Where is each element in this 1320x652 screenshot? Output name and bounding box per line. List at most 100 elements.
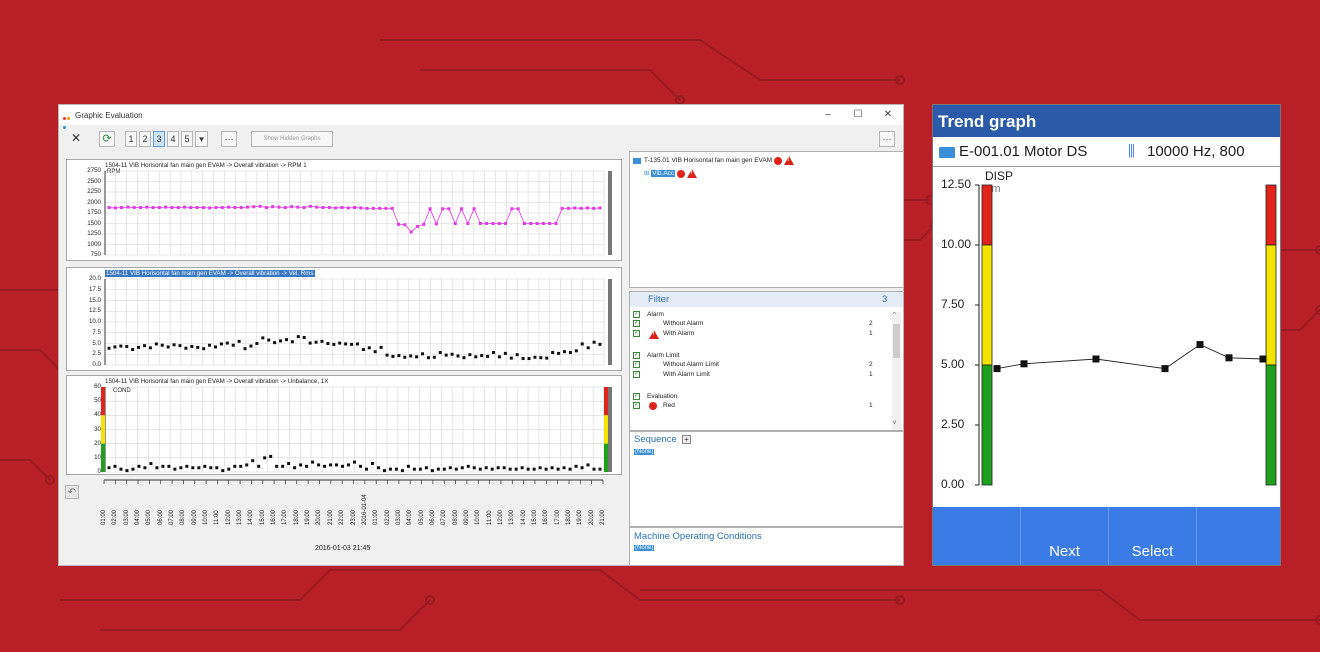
data-point bbox=[277, 205, 281, 209]
graph-title: 1504-11 VIB Horisontal fan main gen EVAM… bbox=[105, 162, 307, 169]
data-point bbox=[538, 466, 542, 470]
x-tick-label: 07:00 bbox=[441, 509, 448, 525]
data-point bbox=[208, 206, 212, 210]
trend-chart[interactable] bbox=[933, 167, 1281, 507]
next-button[interactable]: Next bbox=[1021, 507, 1109, 565]
x-tick-label: 23:00 bbox=[350, 509, 357, 525]
moc-value[interactable]: (None) bbox=[634, 545, 655, 551]
x-tick-label: 14:00 bbox=[248, 509, 255, 525]
x-tick-label: 08:00 bbox=[452, 509, 459, 525]
refresh-button[interactable]: ⟳ bbox=[99, 131, 115, 147]
x-tick-label: 11:00 bbox=[214, 510, 221, 525]
close-graph-button[interactable]: ✕ bbox=[67, 131, 85, 147]
add-sequence-button[interactable]: + bbox=[682, 435, 691, 444]
data-point bbox=[592, 206, 596, 210]
checkbox[interactable]: ✓ bbox=[633, 371, 640, 378]
data-point bbox=[434, 222, 438, 226]
data-point bbox=[164, 205, 168, 209]
select-button[interactable]: Select bbox=[1109, 507, 1197, 565]
machine-operating-conditions-panel: Machine Operating Conditions (None) bbox=[629, 527, 903, 565]
checkbox[interactable]: ✓ bbox=[633, 352, 640, 359]
data-point bbox=[385, 353, 389, 357]
data-point bbox=[406, 464, 410, 468]
tree-root[interactable]: T-135.01 VIB Horisontal fan main gen EVA… bbox=[633, 156, 794, 165]
show-hidden-graphs-button[interactable]: Show Hidden Graphs bbox=[251, 131, 333, 147]
data-point bbox=[521, 357, 525, 361]
pages-dropdown-button[interactable]: ▾ bbox=[195, 131, 208, 147]
graph-title: 1504-11 VIB Horisontal fan main gen EVAM… bbox=[105, 270, 315, 277]
app-logo-icon bbox=[63, 113, 73, 129]
data-point bbox=[119, 344, 123, 348]
undo-icon[interactable]: ↶ bbox=[65, 485, 79, 499]
minimize-button[interactable]: – bbox=[819, 108, 837, 122]
data-point bbox=[179, 466, 183, 470]
data-point bbox=[527, 357, 531, 361]
data-point bbox=[520, 466, 524, 470]
page-button-2[interactable]: 2 bbox=[139, 131, 151, 147]
velocity-graph[interactable]: 1504-11 VIB Horisontal fan main gen EVAM… bbox=[66, 267, 622, 371]
data-point bbox=[568, 351, 572, 355]
alarm-band bbox=[604, 387, 608, 416]
rpm-plot-area[interactable] bbox=[104, 170, 616, 256]
page-button-4[interactable]: 4 bbox=[167, 131, 179, 147]
checkbox[interactable]: ✓ bbox=[633, 311, 640, 318]
checkbox[interactable]: ✓ bbox=[633, 393, 640, 400]
data-point bbox=[350, 342, 354, 346]
data-point bbox=[308, 341, 312, 345]
data-point bbox=[329, 463, 333, 467]
maximize-button[interactable]: ☐ bbox=[849, 108, 867, 122]
rpm-graph[interactable]: 1504-11 VIB Horisontal fan main gen EVAM… bbox=[66, 159, 622, 261]
softkey-4[interactable] bbox=[1197, 507, 1280, 565]
right-more-button[interactable]: ··· bbox=[879, 131, 895, 147]
close-button[interactable]: ✕ bbox=[879, 108, 897, 122]
x-tick-label: 16:00 bbox=[271, 509, 278, 525]
data-point bbox=[522, 222, 526, 225]
checkbox[interactable]: ✓ bbox=[633, 320, 640, 327]
data-point bbox=[373, 350, 377, 354]
data-point bbox=[1020, 360, 1028, 368]
filter-scrollbar[interactable]: ^ v bbox=[892, 312, 901, 430]
checkbox[interactable]: ✓ bbox=[633, 330, 640, 337]
data-point bbox=[185, 464, 189, 468]
data-point bbox=[263, 456, 267, 460]
data-point bbox=[430, 469, 434, 473]
data-point bbox=[166, 345, 170, 349]
page-button-5[interactable]: 5 bbox=[181, 131, 193, 147]
data-point bbox=[296, 335, 300, 339]
data-point bbox=[197, 466, 201, 470]
data-point bbox=[209, 466, 213, 470]
data-point bbox=[539, 356, 543, 360]
unbalance-graph[interactable]: 1504-11 VIB Horisontal fan main gen EVAM… bbox=[66, 375, 622, 475]
checkbox[interactable]: ✓ bbox=[633, 361, 640, 368]
data-point bbox=[598, 206, 602, 210]
data-point bbox=[515, 353, 519, 357]
page-button-1[interactable]: 1 bbox=[125, 131, 137, 147]
alarm-band bbox=[101, 443, 105, 472]
window-titlebar: Graphic Evaluation – ☐ ✕ bbox=[59, 105, 903, 129]
y-tick-label: 7.5 bbox=[92, 328, 101, 336]
data-point bbox=[478, 467, 482, 471]
data-point bbox=[145, 205, 149, 209]
y-tick-label: 20.0 bbox=[88, 275, 101, 282]
sequence-value[interactable]: (None) bbox=[634, 449, 655, 455]
graph-title: 1504-11 VIB Horisontal fan main gen EVAM… bbox=[105, 378, 329, 385]
page-button-3[interactable]: 3 bbox=[153, 131, 165, 147]
data-point bbox=[208, 343, 212, 347]
x-tick-label: 02:00 bbox=[112, 509, 119, 525]
data-point bbox=[598, 467, 602, 471]
more-button[interactable]: ··· bbox=[221, 131, 237, 147]
data-point bbox=[474, 355, 478, 359]
x-tick-label: 14:00 bbox=[520, 509, 527, 525]
unbalance-plot-area[interactable] bbox=[101, 386, 616, 473]
data-point bbox=[173, 467, 177, 471]
data-point bbox=[466, 222, 470, 225]
softkey-1[interactable] bbox=[933, 507, 1021, 565]
checkbox[interactable]: ✓ bbox=[633, 402, 640, 409]
data-point bbox=[514, 467, 518, 471]
data-point bbox=[426, 356, 430, 360]
tree-child[interactable]: ⊞ Vib.Acc bbox=[644, 169, 697, 178]
y-tick-label: 1000 bbox=[87, 240, 101, 248]
x-tick-label: 17:00 bbox=[554, 509, 561, 525]
velocity-plot-area[interactable] bbox=[104, 278, 616, 366]
data-point bbox=[485, 222, 489, 225]
